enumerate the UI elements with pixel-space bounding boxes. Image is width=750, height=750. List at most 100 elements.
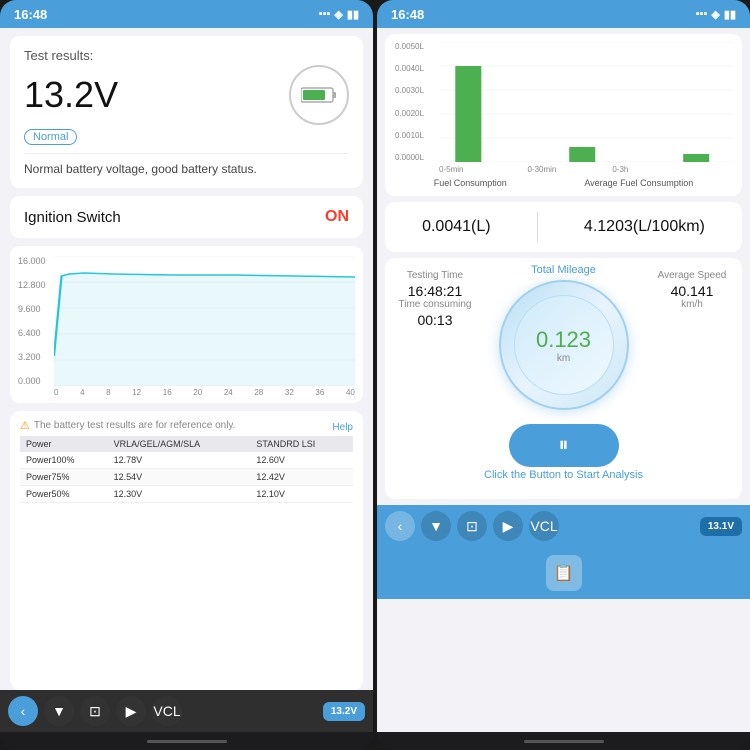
chart-y-labels: 16.000 12.800 9.600 6.400 3.200 0.000 (18, 256, 52, 386)
fuel-x-labels: 0-5min 0-30min 0-3h (395, 165, 732, 174)
voltage-chart-area: 16.000 12.800 9.600 6.400 3.200 0.000 (18, 256, 355, 386)
analysis-label: Click the Button to Start Analysis (484, 469, 643, 481)
fuel-val-left: 0.0041(L) (422, 218, 491, 236)
gauge-km-unit: km (557, 353, 570, 364)
right-status-bar: 16:48 ▪▪▪ ◈ ▮▮ (377, 0, 750, 28)
bottom-info: ⚠ The battery test results are for refer… (10, 411, 363, 690)
avg-fuel-consumption-label: Average Fuel Consumption (584, 178, 693, 188)
pause-button[interactable]: ⏸ (509, 424, 619, 467)
avg-speed-unit: km/h (652, 299, 732, 310)
fuel-consumption-label: Fuel Consumption (434, 178, 507, 188)
right-phone: 16:48 ▪▪▪ ◈ ▮▮ 0.0050L 0.0040L 0.0030L 0… (377, 0, 750, 750)
left-toolbar: ‹ ▼ ⊡ ▶ VCL 13.2V (0, 690, 373, 732)
avg-speed-block: Average Speed 40.141 km/h (652, 270, 732, 310)
ignition-label: Ignition Switch (24, 209, 121, 226)
table-header-standrd: STANDRD LSI (250, 436, 353, 452)
testing-time-value: 16:48:21 (395, 283, 475, 299)
left-content: Test results: 13.2V Normal Normal batter… (0, 28, 373, 732)
gauge-info-row: Testing Time 16:48:21 Time consuming 00:… (395, 270, 732, 410)
right-time: 16:48 (391, 7, 424, 22)
right-voltage-badge: 13.1V (700, 517, 742, 536)
test-results-label: Test results: (24, 48, 349, 63)
ignition-status: ON (325, 208, 349, 226)
voltage-value: 13.2V (24, 74, 118, 116)
avg-speed-value: 40.141 (652, 283, 732, 299)
left-phone: 16:48 ▪▪▪ ◈ ▮▮ Test results: 13.2V Nor (0, 0, 373, 750)
warning-text: ⚠ The battery test results are for refer… (20, 419, 235, 432)
gauge-title: Total Mileage (531, 264, 596, 276)
battery-test-card: Test results: 13.2V Normal Normal batter… (10, 36, 363, 188)
battery-circle-icon (289, 65, 349, 125)
chart-x-labels: 0 4 8 12 16 20 24 28 32 36 40 (18, 388, 355, 397)
warning-icon: ⚠ (20, 419, 30, 432)
time-consuming-value: 00:13 (395, 312, 475, 328)
gauge-section: Testing Time 16:48:21 Time consuming 00:… (385, 258, 742, 499)
gauge-circle-inner: 0.123 km (514, 295, 614, 395)
fuel-bars-svg (439, 42, 732, 162)
fuel-chart-area: 0.0050L 0.0040L 0.0030L 0.0020L 0.0010L … (395, 42, 732, 162)
filter-icon: ▼ (52, 703, 66, 719)
help-link[interactable]: Help (332, 422, 353, 433)
fuel-y-labels: 0.0050L 0.0040L 0.0030L 0.0020L 0.0010L … (395, 42, 435, 162)
testing-time-label: Testing Time (395, 270, 475, 281)
crop-button[interactable]: ⊡ (80, 696, 110, 726)
battery-icon: ▮▮ (347, 8, 359, 21)
home-bar (147, 740, 227, 743)
action-bar: 📋 (377, 547, 750, 599)
ignition-card: Ignition Switch ON (10, 196, 363, 238)
r-signal-icon: ▪▪▪ (696, 8, 708, 20)
chart-svg (54, 256, 355, 386)
gauge-circle-wrapper: Total Mileage 0.123 km (499, 280, 629, 410)
crop-icon: ⊡ (89, 703, 101, 720)
right-toolbar: ‹ ▼ ⊡ ▶ VCL 13.1V (377, 505, 750, 547)
battery-svg (301, 85, 337, 105)
right-home-indicator (377, 732, 750, 750)
r-back-button[interactable]: ‹ (385, 511, 415, 541)
gauge-circle-outer: 0.123 km (499, 280, 629, 410)
left-home-indicator (0, 732, 373, 750)
fuel-bars-container (439, 42, 732, 162)
play-icon: ▶ (126, 703, 137, 720)
right-home-bar (524, 740, 604, 743)
left-voltage-badge: 13.2V (323, 702, 365, 721)
table-row: Power75% 12.54V 12.42V (20, 469, 353, 486)
table-row: Power100% 12.78V 12.60V (20, 452, 353, 469)
r-wifi-icon: ◈ (711, 8, 719, 21)
fuel-chart-card: 0.0050L 0.0040L 0.0030L 0.0020L 0.0010L … (385, 34, 742, 196)
signal-icon: ▪▪▪ (319, 8, 331, 20)
table-header-power: Power (20, 436, 108, 452)
r-crop-button[interactable]: ⊡ (457, 511, 487, 541)
table-row: Power50% 12.30V 12.10V (20, 486, 353, 503)
left-status-bar: 16:48 ▪▪▪ ◈ ▮▮ (0, 0, 373, 28)
back-button[interactable]: ‹ (8, 696, 38, 726)
report-icon: 📋 (554, 563, 574, 583)
r-filter-button[interactable]: ▼ (421, 511, 451, 541)
r-play-icon: ▶ (503, 518, 514, 535)
right-status-icons: ▪▪▪ ◈ ▮▮ (696, 8, 736, 21)
left-time: 16:48 (14, 7, 47, 22)
table-header-vrla: VRLA/GEL/AGM/SLA (108, 436, 251, 452)
report-button[interactable]: 📋 (546, 555, 582, 591)
left-status-icons: ▪▪▪ ◈ ▮▮ (319, 8, 359, 21)
normal-badge: Normal (24, 129, 77, 145)
time-consuming-label: Time consuming (395, 299, 475, 310)
gauge-mileage: 0.123 (536, 327, 591, 353)
battery-data-table: Power VRLA/GEL/AGM/SLA STANDRD LSI Power… (20, 436, 353, 503)
fuel-val-divider (537, 212, 538, 242)
r-play-button[interactable]: ▶ (493, 511, 523, 541)
chart-plot (54, 256, 355, 386)
right-content: 0.0050L 0.0040L 0.0030L 0.0020L 0.0010L … (377, 28, 750, 732)
filter-button[interactable]: ▼ (44, 696, 74, 726)
avg-speed-label: Average Speed (652, 270, 732, 281)
testing-time-block: Testing Time 16:48:21 Time consuming 00:… (395, 270, 475, 328)
vcl-button[interactable]: VCL (152, 696, 182, 726)
play-button[interactable]: ▶ (116, 696, 146, 726)
r-battery-icon: ▮▮ (724, 8, 736, 21)
fuel-values-row: 0.0041(L) 4.1203(L/100km) (385, 202, 742, 252)
r-vcl-button[interactable]: VCL (529, 511, 559, 541)
battery-description: Normal battery voltage, good battery sta… (24, 153, 349, 176)
voltage-chart-card: 16.000 12.800 9.600 6.400 3.200 0.000 (10, 246, 363, 403)
r-filter-icon: ▼ (429, 518, 443, 534)
fuel-legend: Fuel Consumption Average Fuel Consumptio… (395, 178, 732, 188)
fuel-val-right: 4.1203(L/100km) (584, 218, 705, 236)
